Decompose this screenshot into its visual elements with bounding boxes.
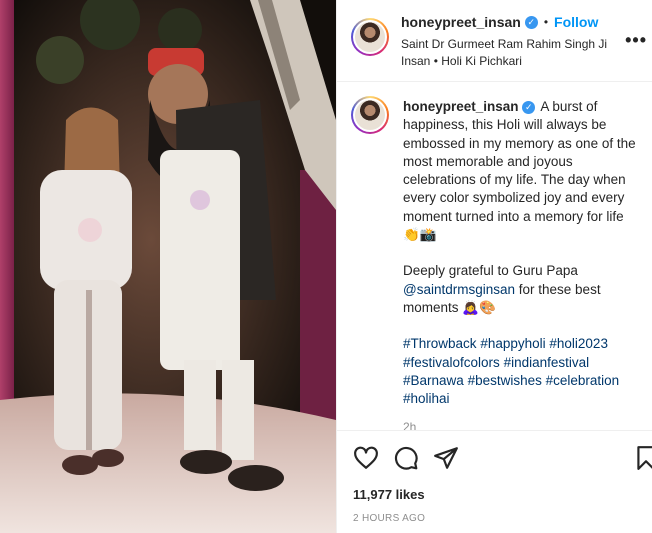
hashtag-link[interactable]: #Barnawa — [403, 373, 464, 388]
separator-dot: • — [543, 15, 549, 29]
caption-avatar[interactable] — [351, 96, 389, 134]
verified-icon: ✓ — [524, 15, 538, 29]
more-options-icon[interactable]: ••• — [625, 30, 647, 51]
heart-icon[interactable] — [353, 445, 379, 471]
comment-icon[interactable] — [393, 445, 419, 471]
hashtag-link[interactable]: #indianfestival — [504, 355, 590, 370]
hashtag-link[interactable]: #Throwback — [403, 336, 477, 351]
post-header: honeypreet_insan ✓ • Follow Saint Dr Gur… — [337, 0, 652, 82]
likes-count[interactable]: 11,977 likes — [353, 487, 425, 502]
hashtag-link[interactable]: #celebration — [546, 373, 620, 388]
post-location[interactable]: Saint Dr Gurmeet Ram Rahim Singh Ji Insa… — [401, 36, 621, 70]
author-username[interactable]: honeypreet_insan — [401, 14, 521, 30]
avatar-image — [355, 100, 385, 130]
post-panel: honeypreet_insan ✓ • Follow Saint Dr Gur… — [336, 0, 652, 533]
action-bar: 11,977 likes 2 HOURS AGO — [337, 430, 652, 533]
mention-link[interactable]: @saintdrmsginsan — [403, 282, 515, 297]
verified-icon: ✓ — [522, 100, 536, 114]
follow-button[interactable]: Follow — [554, 14, 598, 30]
hashtag-link[interactable]: #holi2023 — [549, 336, 608, 351]
caption-username[interactable]: honeypreet_insan — [403, 99, 519, 114]
post-photo[interactable] — [0, 0, 336, 533]
hashtag-link[interactable]: #festivalofcolors — [403, 355, 500, 370]
author-avatar[interactable] — [351, 18, 389, 56]
bookmark-icon[interactable] — [633, 445, 652, 471]
post-time[interactable]: 2 HOURS AGO — [353, 513, 425, 524]
share-icon[interactable] — [433, 445, 459, 471]
post-image — [0, 0, 336, 533]
caption-area: honeypreet_insan ✓ A burst of happiness,… — [337, 82, 652, 434]
caption-body: A burst of happiness, this Holi will alw… — [403, 99, 636, 243]
hashtag-link[interactable]: #happyholi — [480, 336, 545, 351]
hashtag-link[interactable]: #holihai — [403, 391, 450, 406]
caption-text: honeypreet_insan ✓ A burst of happiness,… — [403, 98, 639, 437]
avatar-image — [355, 22, 385, 52]
hashtag-link[interactable]: #bestwishes — [468, 373, 542, 388]
hashtag-list: #Throwback #happyholi #holi2023 #festiva… — [403, 335, 639, 408]
